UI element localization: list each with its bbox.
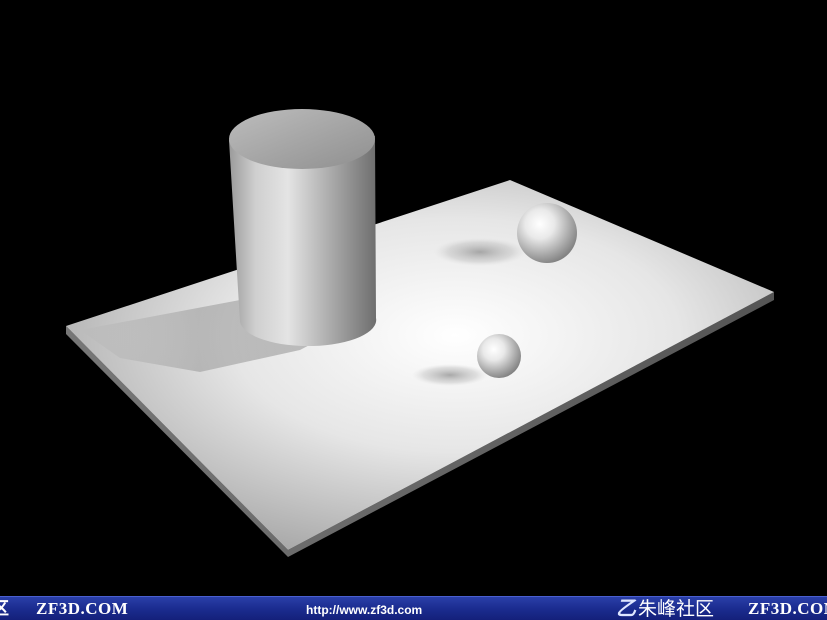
cylinder (229, 109, 377, 347)
rendered-3d-scene (66, 109, 774, 557)
small-sphere-shadow (412, 364, 488, 386)
render-canvas: 区 ZF3D.COM http://www.zf3d.com 乙 朱峰社区 ZF… (0, 0, 827, 620)
footer-logo-glyph: 乙 (616, 598, 636, 620)
footer-left-cut-text: 区 (0, 599, 9, 618)
large-sphere (517, 203, 577, 263)
large-sphere-shadow (434, 238, 526, 266)
footer-left-brand: ZF3D.COM (36, 599, 129, 618)
footer-right-brand: ZF3D.COM (748, 599, 827, 618)
watermark-footer: 区 ZF3D.COM http://www.zf3d.com 乙 朱峰社区 ZF… (0, 596, 827, 620)
small-sphere (477, 334, 521, 378)
footer-cn-name: 朱峰社区 (638, 598, 715, 620)
footer-url: http://www.zf3d.com (306, 603, 423, 617)
